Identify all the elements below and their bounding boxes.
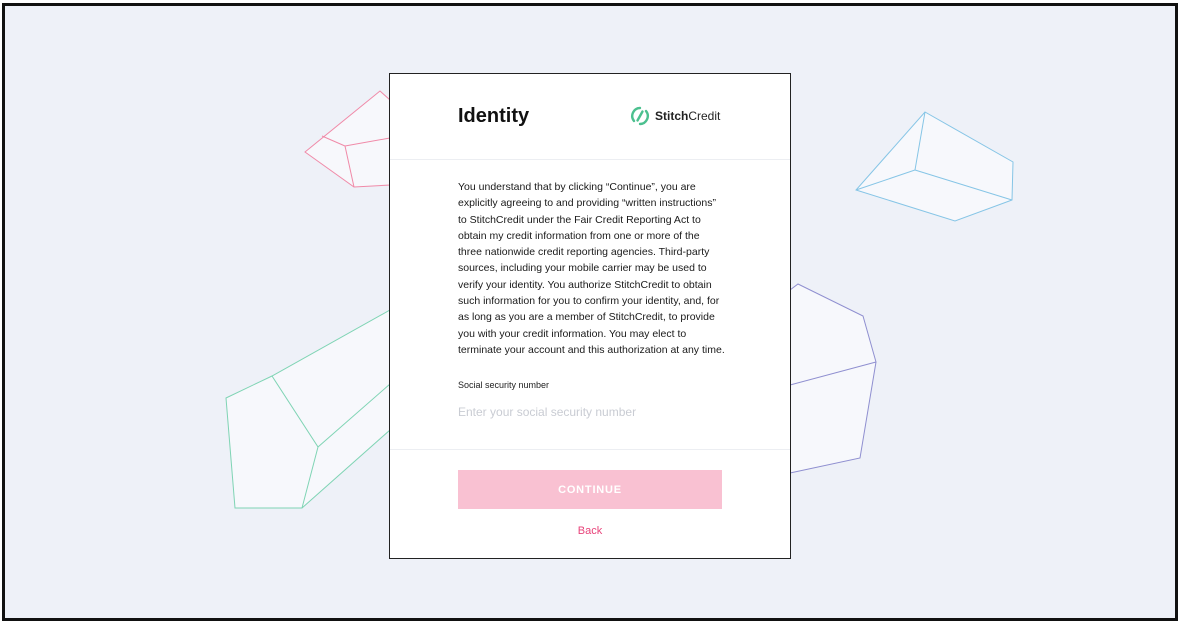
- purple-crystal-shape: [789, 283, 877, 474]
- ssn-label: Social security number: [458, 380, 550, 391]
- blue-crystal-shape: [855, 111, 1014, 222]
- pink-crystal-shape: [304, 90, 391, 188]
- identity-card: Identity StitchCredit You understand tha…: [389, 73, 791, 559]
- card-header: Identity StitchCredit: [390, 74, 790, 160]
- card-body: You understand that by clicking “Continu…: [458, 179, 726, 421]
- logo-wordmark: StitchCredit: [655, 109, 721, 123]
- page-title: Identity: [458, 105, 530, 127]
- footer-divider: [390, 449, 790, 450]
- stitchcredit-logo: StitchCredit: [630, 106, 720, 126]
- green-crystal-shape: [225, 309, 391, 509]
- ssn-input[interactable]: [458, 405, 726, 420]
- continue-button[interactable]: CONTINUE: [458, 470, 722, 509]
- back-link[interactable]: Back: [390, 525, 790, 537]
- consent-text: You understand that by clicking “Continu…: [458, 181, 725, 356]
- stitchcredit-logo-icon: [631, 106, 649, 126]
